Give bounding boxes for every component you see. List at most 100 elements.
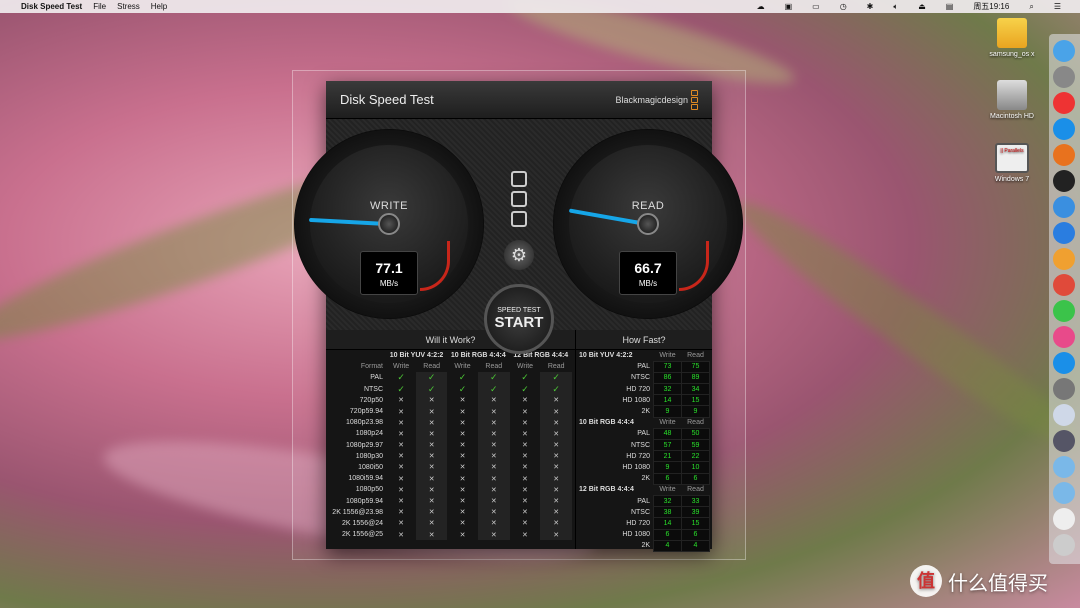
read-header: Read bbox=[485, 363, 503, 371]
write-fps: 14 bbox=[653, 517, 682, 530]
menu-app-name[interactable]: Disk Speed Test bbox=[21, 2, 82, 11]
format-label: 1080i59.94 bbox=[348, 475, 383, 483]
read-fps: 4 bbox=[681, 539, 710, 552]
system-preferences-dock-icon[interactable] bbox=[1053, 378, 1075, 400]
folder-dock-icon[interactable] bbox=[1053, 482, 1075, 504]
photos-dock-icon[interactable] bbox=[1053, 248, 1075, 270]
cross-icon: ✕ bbox=[398, 520, 405, 528]
cross-icon: ✕ bbox=[522, 520, 528, 528]
cross-icon: ✕ bbox=[522, 531, 528, 539]
window-title: Disk Speed Test bbox=[340, 92, 434, 107]
read-header: Read bbox=[687, 351, 704, 359]
launchpad-dock-icon[interactable] bbox=[1053, 66, 1075, 88]
table-row: 720p50 ✕ ✕ ✕ ✕ ✕ ✕ bbox=[326, 394, 572, 406]
cross-icon: ✕ bbox=[522, 486, 528, 494]
activity-monitor-icon[interactable]: ▤ bbox=[946, 2, 954, 11]
desktop-icon-samsung[interactable]: samsung_os x bbox=[977, 18, 1047, 58]
check-icon: ✓ bbox=[416, 372, 448, 384]
finder-dock-icon[interactable] bbox=[1053, 40, 1075, 62]
menu-stress[interactable]: Stress bbox=[117, 2, 140, 11]
bluetooth-icon[interactable]: ✱ bbox=[867, 2, 874, 11]
start-button[interactable]: SPEED TEST START bbox=[484, 284, 554, 354]
read-fps: 75 bbox=[681, 360, 710, 373]
itunes-dock-icon[interactable] bbox=[1053, 326, 1075, 348]
check-icon: ✓ bbox=[477, 372, 510, 384]
read-fps: 9 bbox=[681, 405, 710, 418]
table-row: PAL 73 75 bbox=[576, 360, 710, 373]
cross-icon: ✕ bbox=[540, 461, 572, 474]
brand-text: Blackmagicdesign bbox=[615, 94, 688, 105]
notification-center-icon[interactable]: ☰ bbox=[1054, 2, 1061, 11]
safari-dock-icon[interactable] bbox=[1053, 118, 1075, 140]
section-header: 10 Bit YUV 4:2:2 bbox=[579, 352, 633, 360]
target-drive-button-3[interactable] bbox=[511, 211, 527, 227]
table-row: NTSC ✓ ✓ ✓ ✓ ✓ ✓ bbox=[326, 383, 572, 395]
menu-help[interactable]: Help bbox=[151, 2, 167, 11]
read-header: Read bbox=[687, 419, 704, 427]
app-store-dock-icon[interactable] bbox=[1053, 352, 1075, 374]
firefox-dock-icon[interactable] bbox=[1053, 144, 1075, 166]
table-row: NTSC 86 89 bbox=[576, 371, 710, 385]
target-drive-button-1[interactable] bbox=[511, 171, 527, 187]
format-label: NTSC bbox=[630, 441, 650, 449]
menu-file[interactable]: File bbox=[93, 2, 106, 11]
format-label: 1080p30 bbox=[355, 452, 383, 460]
cross-icon: ✕ bbox=[398, 509, 405, 517]
cross-icon: ✕ bbox=[459, 509, 466, 517]
write-unit: MB/s bbox=[379, 279, 399, 288]
will-it-work-panel: Will it Work? 10 Bit YUV 4:2:2 10 Bit RGB… bbox=[326, 330, 576, 549]
baidu-netdisk-dock-icon[interactable] bbox=[1053, 222, 1075, 244]
table-row: HD 1080 6 6 bbox=[576, 528, 710, 541]
keyboard-viewer-dock-icon[interactable] bbox=[1053, 534, 1075, 556]
cross-icon: ✕ bbox=[398, 408, 405, 416]
xcode-dock-icon[interactable] bbox=[1053, 196, 1075, 218]
format-label: 2K 1556@25 bbox=[342, 531, 383, 539]
format-label: NTSC bbox=[630, 374, 650, 382]
cross-icon: ✕ bbox=[398, 531, 405, 539]
volume-icon[interactable]: 🔈︎ bbox=[893, 2, 898, 12]
format-label: 2K 1556@24 bbox=[342, 519, 383, 527]
write-header: Write bbox=[659, 351, 676, 359]
netease-music-dock-icon[interactable] bbox=[1053, 92, 1075, 114]
table-row: 1080i59.94 ✕ ✕ ✕ ✕ ✕ ✕ bbox=[326, 473, 572, 485]
folder-dock-icon[interactable] bbox=[1053, 456, 1075, 478]
airplay-icon[interactable]: ▭ bbox=[812, 2, 820, 11]
cross-icon: ✕ bbox=[398, 442, 405, 450]
cross-icon: ✕ bbox=[477, 495, 510, 507]
settings-gear-icon[interactable]: ⚙ bbox=[504, 240, 534, 270]
disk-utility-dock-icon[interactable] bbox=[1053, 430, 1075, 452]
textedit-dock-icon[interactable] bbox=[1053, 508, 1075, 530]
spotlight-icon[interactable]: ⌕ bbox=[1029, 2, 1033, 12]
read-fps: 39 bbox=[681, 506, 710, 519]
cross-icon: ✕ bbox=[522, 475, 528, 483]
cross-icon: ✕ bbox=[477, 484, 510, 496]
watermark: 值什么值得买 bbox=[910, 565, 1048, 597]
cross-icon: ✕ bbox=[459, 531, 466, 539]
cross-icon: ✕ bbox=[398, 475, 405, 483]
table-row: 1080p50 ✕ ✕ ✕ ✕ ✕ ✕ bbox=[326, 484, 572, 496]
cross-icon: ✕ bbox=[522, 464, 528, 472]
cross-icon: ✕ bbox=[477, 473, 510, 485]
time-machine-icon[interactable]: ◷ bbox=[840, 2, 847, 11]
how-fast-panel: How Fast? 10 Bit YUV 4:2:2 Write Read PAL 73… bbox=[576, 330, 712, 552]
format-label: 2K bbox=[641, 408, 650, 416]
cross-icon: ✕ bbox=[416, 484, 448, 496]
title-bar[interactable]: Disk Speed Test Blackmagicdesign bbox=[326, 81, 712, 119]
cross-icon: ✕ bbox=[477, 394, 510, 406]
table-row: 1080p23.98 ✕ ✕ ✕ ✕ ✕ ✕ bbox=[326, 417, 572, 429]
cross-icon: ✕ bbox=[477, 439, 510, 451]
app-status-icon[interactable]: ▣ bbox=[785, 2, 793, 11]
qq-dock-icon[interactable] bbox=[1053, 170, 1075, 192]
preview-dock-icon[interactable] bbox=[1053, 404, 1075, 426]
clock[interactable]: 周五19:16 bbox=[973, 1, 1009, 12]
wechat-dock-icon[interactable] bbox=[1053, 300, 1075, 322]
eject-icon[interactable]: ⏏ bbox=[918, 2, 926, 11]
desktop-icon-windows7[interactable]: || Parallels Windows 7 bbox=[977, 143, 1047, 183]
photo-booth-dock-icon[interactable] bbox=[1053, 274, 1075, 296]
format-label: HD 720 bbox=[626, 452, 650, 460]
desktop-icon-macintosh-hd[interactable]: Macintosh HD bbox=[977, 80, 1047, 120]
table-row: 2K 1556@25 ✕ ✕ ✕ ✕ ✕ ✕ bbox=[326, 529, 572, 541]
target-drive-button-2[interactable] bbox=[511, 191, 527, 207]
upload-icon[interactable]: ☁ bbox=[757, 2, 765, 11]
table-row: 2K 4 4 bbox=[576, 539, 710, 552]
